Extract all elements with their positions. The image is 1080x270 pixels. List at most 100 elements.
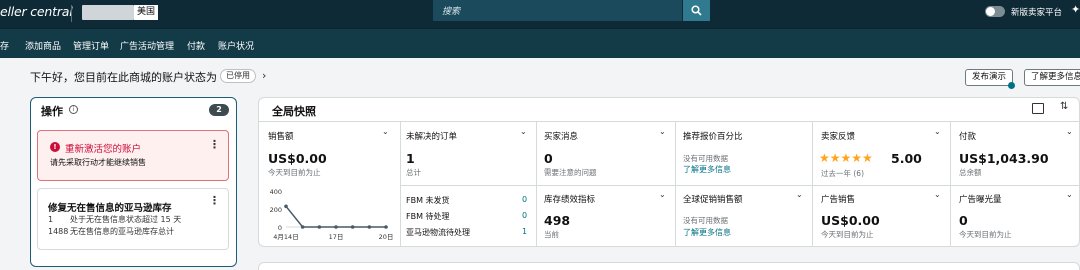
global-promo-no-data: 没有可用数据 [683, 216, 728, 225]
divider [400, 185, 1080, 186]
chevron-right-icon[interactable]: › [262, 69, 266, 82]
search-placeholder: 搜索 [442, 7, 461, 17]
fbm-pending-label[interactable]: FBM 待处理 [406, 211, 450, 222]
info-icon[interactable]: i [69, 105, 78, 114]
publish-demo-button[interactable]: 发布演示 [965, 69, 1014, 86]
sales-sub: 今天到目前为止 [268, 168, 321, 177]
y-tick-label: 200 [270, 206, 282, 214]
divider [812, 122, 813, 246]
chevron-down-icon[interactable]: ⌄ [796, 190, 803, 199]
next-card [258, 262, 1080, 270]
new-seller-platform-toggle[interactable] [985, 6, 1005, 17]
y-tick-label: 0 [278, 224, 282, 232]
buyer-messages-label[interactable]: 买家消息 [544, 130, 578, 142]
buyer-messages-sub: 需要注意的问题 [544, 168, 597, 177]
nav-payments[interactable]: 付款 [187, 39, 205, 52]
divider [536, 122, 537, 246]
feedback-rating-value: 5.00 [891, 151, 922, 166]
task-line-count: 1488 [48, 227, 69, 236]
fbm-unshipped-value[interactable]: 0 [522, 195, 527, 204]
new-seller-platform-label: 新版卖家平台 [1011, 8, 1063, 18]
orders-label[interactable]: 未解决的订单 [406, 130, 457, 142]
nav-inventory[interactable]: 存 [0, 39, 9, 52]
nav-add-products[interactable]: 添加商品 [25, 39, 61, 52]
ad-impressions-sub: 今天到目前为止 [959, 230, 1012, 239]
app-brand[interactable]: eller central [0, 4, 73, 19]
chevron-down-icon[interactable]: ⌄ [659, 127, 666, 136]
task-line: 1488 无在售信息的亚马逊库存总计 [48, 226, 174, 237]
chevron-down-icon[interactable]: ⌄ [934, 127, 941, 136]
ad-sales-sub: 今天到目前为止 [821, 230, 874, 239]
learn-more-button[interactable]: 了解更多信息 [1024, 69, 1080, 86]
data-point [284, 204, 288, 209]
global-promo-sales-label[interactable]: 全球促销销售额 [683, 193, 743, 205]
sort-icon[interactable]: ⇅ [1060, 101, 1068, 112]
alert-title[interactable]: 重新激活您的账户 [65, 141, 141, 155]
x-tick-label: 17日 [329, 233, 344, 241]
toggle-knob [986, 7, 995, 16]
chevron-down-icon[interactable]: ⌄ [520, 127, 527, 136]
search-icon [691, 5, 702, 16]
account-status-badge[interactable]: 已停用 [220, 69, 256, 83]
expand-icon[interactable] [1032, 103, 1044, 114]
featured-offer-learn-more-link[interactable]: 了解更多信息 [683, 164, 731, 175]
top-bar: eller central 美国 搜索 新版卖家平台 ✦ [0, 0, 1080, 28]
fba-pending-value[interactable]: 1 [522, 227, 527, 236]
featured-offer-label[interactable]: 推荐报价百分比 [683, 130, 743, 142]
actions-count-badge: 2 [209, 104, 229, 116]
alert-body: 请先采取行动才能继续销售 [50, 158, 146, 167]
chevron-down-icon[interactable]: ⌄ [1066, 127, 1073, 136]
account-status-greeting: 下午好，您目前在此商城的账户状态为 [30, 71, 217, 84]
data-point [334, 225, 338, 229]
global-promo-learn-more-link[interactable]: 了解更多信息 [683, 227, 731, 238]
task-line-text: 无在售信息的亚马逊库存总计 [70, 227, 174, 236]
task-line: 1 处于无在售信息状态超过 15 天 [48, 214, 181, 225]
store-name-redacted[interactable] [82, 5, 134, 20]
payments-value: US$1,043.90 [959, 151, 1049, 166]
feedback-sub: 过去一年 (6) [821, 169, 865, 178]
ad-impressions-label[interactable]: 广告曝光量 [959, 193, 1002, 205]
main-nav: 存 添加商品 管理订单 广告活动管理 付款 账户状况 [0, 28, 1080, 58]
chevron-down-icon[interactable]: ⌄ [382, 127, 389, 136]
sparkle-icon[interactable]: ✦ [1071, 3, 1080, 16]
ad-sales-label[interactable]: 广告销售 [821, 193, 855, 205]
divider [675, 122, 676, 246]
fbm-unshipped-label[interactable]: FBM 未发货 [406, 195, 450, 206]
seller-feedback-label[interactable]: 卖家反馈 [821, 130, 855, 142]
nav-manage-orders[interactable]: 管理订单 [73, 39, 109, 52]
marketplace-region-badge[interactable]: 美国 [134, 5, 159, 20]
chevron-down-icon[interactable]: ⌄ [1066, 190, 1073, 199]
task-more-icon[interactable]: ⋮ [209, 194, 220, 207]
ad-impressions-value: 0 [959, 213, 968, 228]
data-point [384, 225, 388, 229]
task-title[interactable]: 修复无在售信息的亚马逊库存 [48, 200, 172, 214]
divider [400, 122, 401, 246]
error-icon: ! [50, 142, 60, 152]
nav-ad-campaign[interactable]: 广告活动管理 [120, 39, 174, 52]
fbm-pending-value[interactable]: 0 [522, 211, 527, 220]
buyer-messages-value: 0 [544, 151, 553, 166]
orders-sub: 总计 [406, 168, 421, 177]
chevron-down-icon[interactable]: ⌄ [659, 190, 666, 199]
data-point [350, 225, 355, 229]
sales-label[interactable]: 销售额 [268, 130, 294, 142]
actions-title: 操作 [41, 105, 63, 118]
inventory-performance-label[interactable]: 库存绩效指标 [544, 193, 595, 205]
chevron-down-icon[interactable]: ⌄ [934, 190, 941, 199]
payments-label[interactable]: 付款 [959, 130, 976, 142]
reactivate-account-alert[interactable] [37, 130, 229, 181]
featured-offer-no-data: 没有可用数据 [683, 154, 728, 163]
sales-series-line [285, 205, 386, 228]
alert-more-icon[interactable]: ⋮ [209, 138, 220, 151]
search-input[interactable]: 搜索 [433, 0, 682, 21]
y-tick-label: 400 [270, 188, 282, 196]
nav-account-health[interactable]: 账户状况 [218, 39, 254, 52]
star-rating-icon: ★★★★★ [819, 151, 873, 165]
fba-pending-label[interactable]: 亚马逊物流待处理 [406, 227, 470, 238]
search-button[interactable] [683, 0, 710, 21]
payments-sub: 总余额 [959, 168, 982, 177]
brand-divider [71, 5, 72, 22]
ad-sales-value: US$0.00 [821, 213, 880, 228]
inventory-performance-sub: 当前 [544, 230, 559, 239]
data-point [317, 225, 322, 229]
